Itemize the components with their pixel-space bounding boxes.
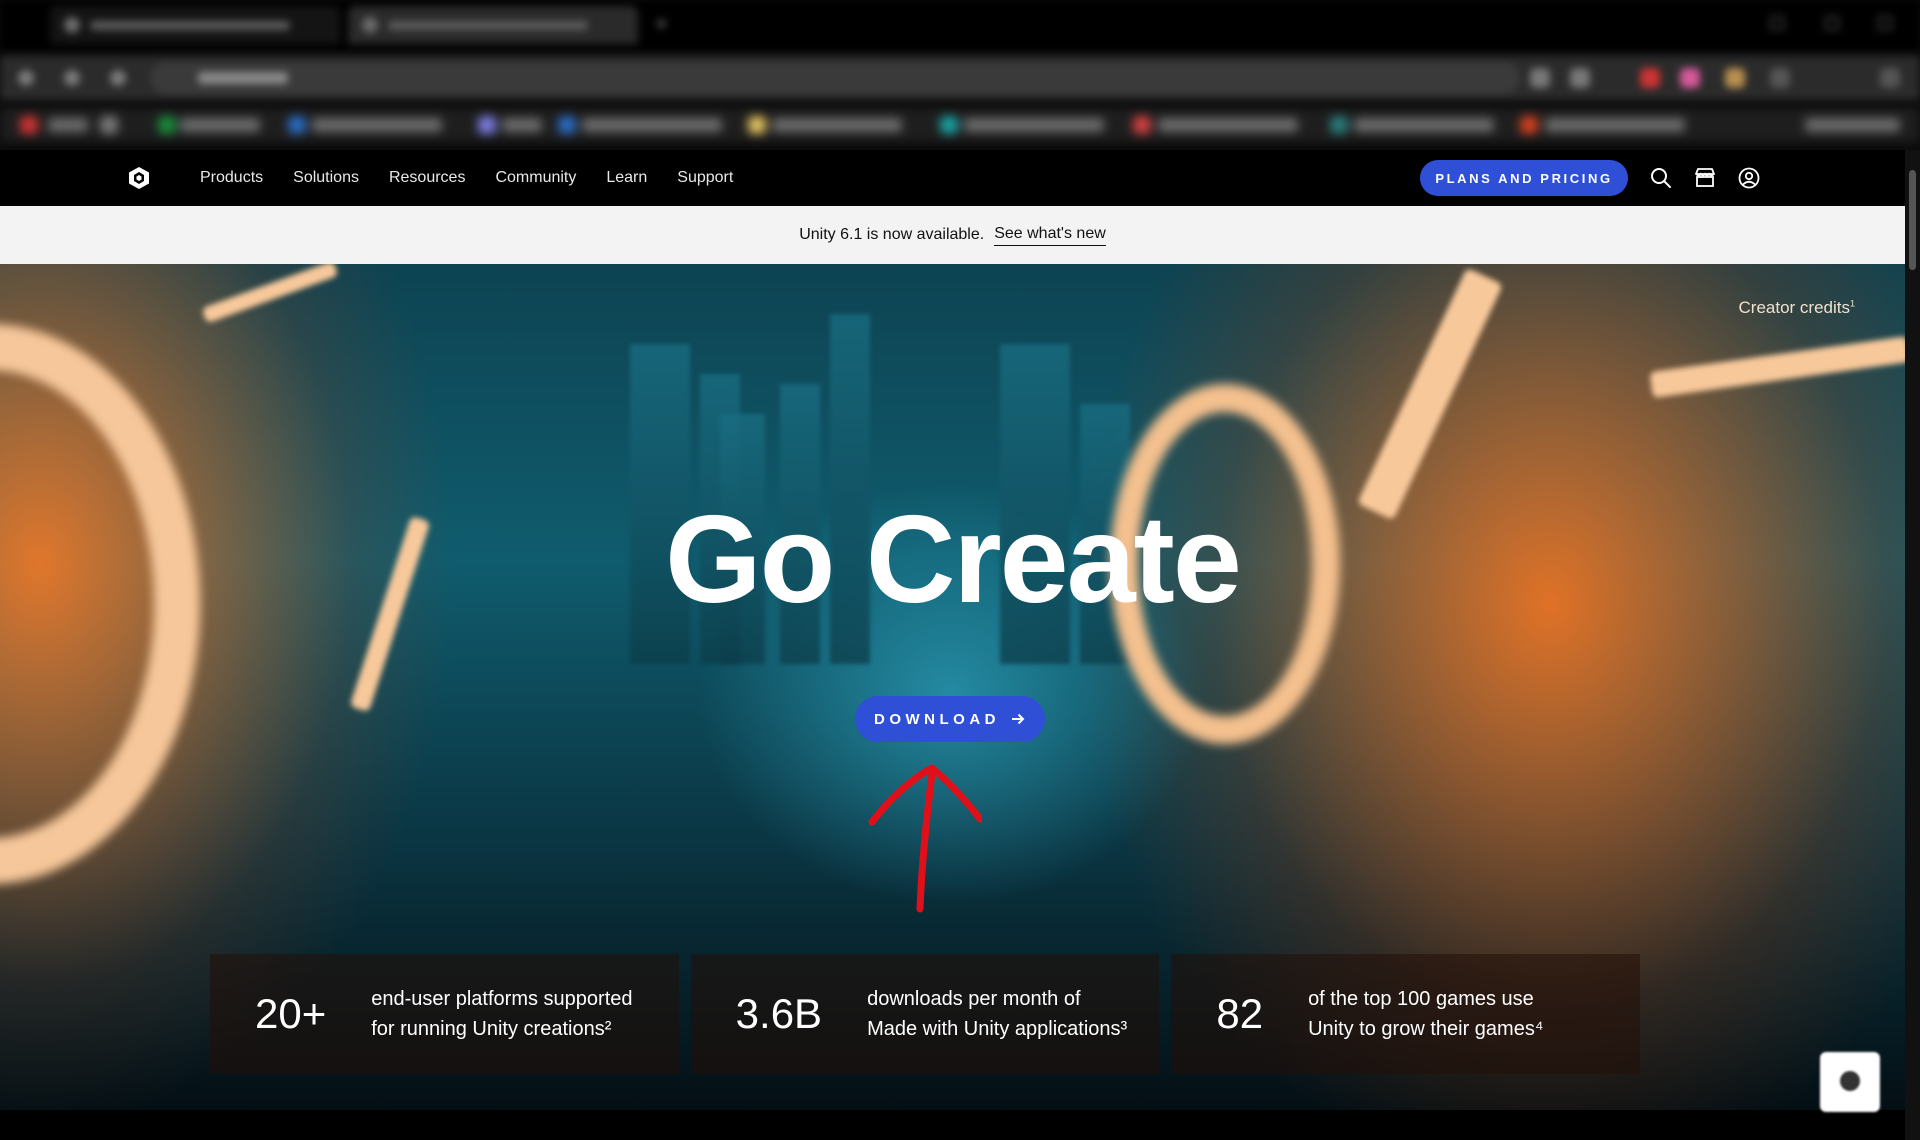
extension-icon[interactable] [1640, 68, 1660, 88]
chat-icon [1840, 1071, 1860, 1091]
browser-tab-strip: + [0, 0, 1920, 50]
extension-icon[interactable] [1530, 68, 1550, 88]
download-label: DOWNLOAD [874, 710, 1000, 728]
stat-value: 20+ [255, 990, 327, 1037]
nav-solutions[interactable]: Solutions [293, 169, 359, 187]
nav-products[interactable]: Products [200, 169, 263, 187]
announcement-text: Unity 6.1 is now available. [799, 226, 985, 243]
reload-icon[interactable] [110, 70, 126, 86]
search-icon[interactable] [1649, 166, 1673, 190]
new-tab-icon[interactable]: + [655, 13, 675, 35]
store-icon[interactable] [1693, 166, 1717, 190]
nav-learn[interactable]: Learn [606, 169, 647, 187]
nav-community[interactable]: Community [495, 169, 576, 187]
chat-widget-button[interactable] [1820, 1052, 1880, 1112]
nav-support[interactable]: Support [677, 169, 733, 187]
page-scrollbar[interactable] [1905, 150, 1920, 1140]
forward-icon[interactable] [64, 70, 80, 86]
annotation-arrow-icon [868, 764, 982, 913]
scrollbar-thumb[interactable] [1909, 170, 1916, 270]
announcement-bar: Unity 6.1 is now available. See what's n… [0, 206, 1905, 264]
address-bar[interactable] [150, 62, 1520, 94]
creator-credits-label: Creator credits [1738, 298, 1850, 317]
site-nav: Products Solutions Resources Community L… [0, 150, 1920, 206]
browser-tab[interactable] [50, 6, 340, 44]
bookmarks-bar [0, 108, 1920, 142]
stat-value: 82 [1216, 990, 1264, 1037]
stat-line: Made with Unity applications³ [867, 1018, 1128, 1040]
extension-icon[interactable] [1725, 68, 1745, 88]
stat-description: downloads per month of Made with Unity a… [867, 984, 1127, 1044]
nav-resources[interactable]: Resources [389, 169, 465, 187]
back-icon[interactable] [18, 70, 34, 86]
stat-line: of the top 100 games use [1308, 988, 1534, 1010]
browser-chrome: + [0, 0, 1920, 150]
close-window-icon[interactable] [1878, 16, 1892, 30]
light-trail [1356, 267, 1504, 521]
stat-description: of the top 100 games use Unity to grow t… [1308, 984, 1543, 1044]
extension-icon[interactable] [1770, 68, 1790, 88]
light-trail [1649, 336, 1905, 398]
extension-icon[interactable] [1680, 68, 1700, 88]
stats-row: 20+ end-user platforms supported for run… [210, 954, 1641, 1074]
arrow-right-icon [1012, 713, 1025, 725]
menu-icon[interactable] [1880, 68, 1900, 88]
see-whats-new-link[interactable]: See what's new [994, 225, 1106, 246]
maximize-icon[interactable] [1825, 16, 1839, 30]
minimize-icon[interactable] [1770, 16, 1784, 30]
download-button[interactable]: DOWNLOAD [855, 696, 1045, 742]
stat-description: end-user platforms supported for running… [371, 984, 632, 1044]
creator-credits-footnote: 1 [1849, 298, 1855, 309]
account-icon[interactable] [1737, 166, 1761, 190]
extension-icon[interactable] [1570, 68, 1590, 88]
page-bottom [0, 1110, 1920, 1140]
plans-and-pricing-button[interactable]: PLANS AND PRICING [1420, 160, 1628, 196]
stat-line: downloads per month of [867, 988, 1081, 1010]
browser-toolbar [0, 56, 1920, 100]
nav-links: Products Solutions Resources Community L… [200, 150, 733, 206]
unity-logo-icon[interactable] [127, 166, 151, 190]
hero-title: Go Create [665, 491, 1242, 629]
stat-card: 20+ end-user platforms supported for run… [210, 954, 679, 1074]
stat-line: Unity to grow their games⁴ [1308, 1018, 1544, 1040]
creator-credits-link[interactable]: Creator credits1 [1739, 298, 1856, 318]
browser-tab-active[interactable] [348, 6, 638, 44]
stat-card: 3.6B downloads per month of Made with Un… [690, 954, 1160, 1074]
light-trail [201, 264, 339, 324]
stat-card: 82 of the top 100 games use Unity to gro… [1171, 954, 1641, 1074]
stat-line: for running Unity creations² [371, 1018, 612, 1040]
hero-section: Creator credits1 Go Create DOWNLOAD 20+ … [0, 264, 1905, 1110]
stat-line: end-user platforms supported [371, 988, 633, 1010]
stat-value: 3.6B [735, 990, 823, 1037]
